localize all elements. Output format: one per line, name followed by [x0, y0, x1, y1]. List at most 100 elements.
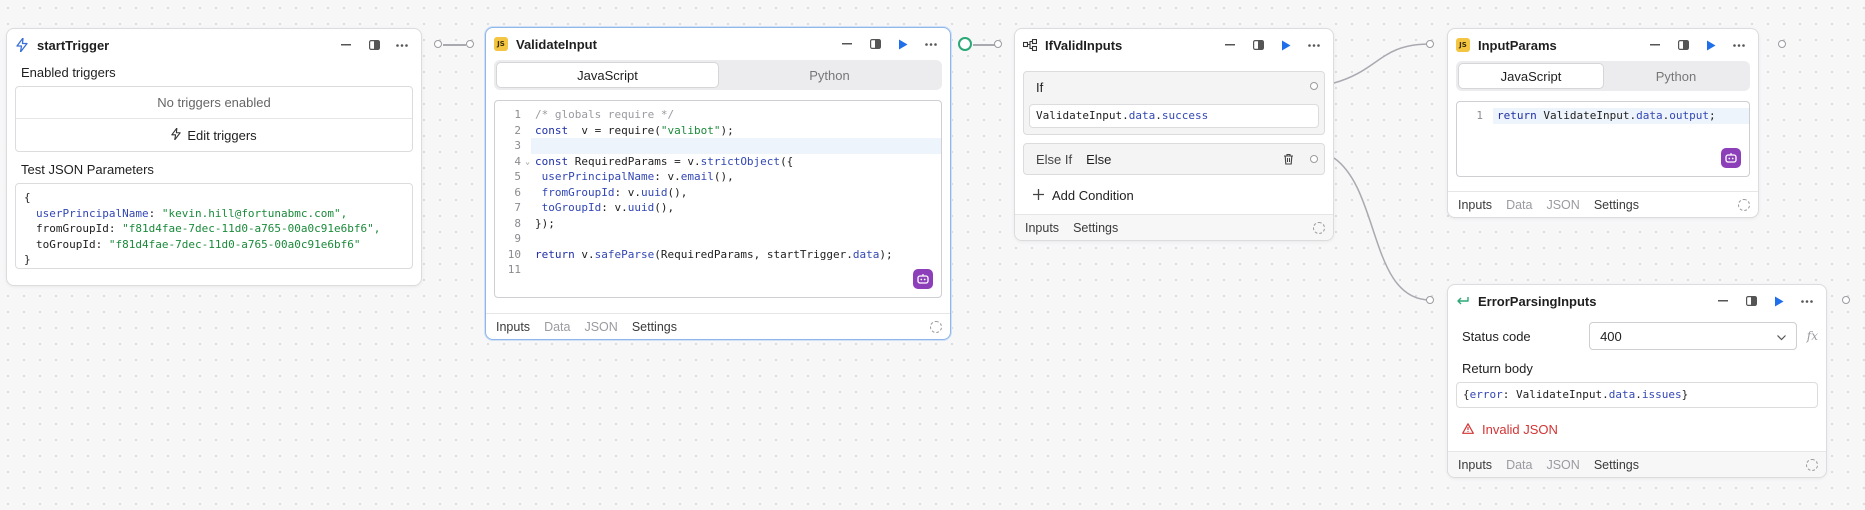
code-editor[interactable]: 1 2 3 4 ⌄ 5 6 7 8 9 10 11 /* globals requ… — [494, 100, 942, 298]
warning-icon — [1462, 422, 1474, 437]
code-line: /* globals require */ — [535, 108, 675, 121]
expr-dot: . — [1155, 109, 1162, 123]
minimize-icon[interactable] — [1644, 34, 1666, 56]
handle-validate-out[interactable] — [958, 37, 972, 51]
node-if-valid-inputs[interactable]: IfValidInputs If ValidateInput. data. succ… — [1014, 28, 1334, 241]
node-title: startTrigger — [37, 37, 110, 53]
node-header[interactable]: JS InputParams — [1448, 29, 1758, 61]
panel-icon[interactable] — [1740, 290, 1762, 312]
line-number: 3 — [514, 139, 521, 152]
else-label: Else — [1086, 151, 1112, 167]
code-editor[interactable]: 1 return ValidateInput.data.output; — [1456, 101, 1750, 177]
json-key: fromGroupId — [36, 222, 109, 235]
line-gutter: 1 — [1457, 102, 1493, 176]
expr-dot: . — [1122, 109, 1129, 123]
minimize-icon[interactable] — [836, 33, 858, 55]
tab-python[interactable]: Python — [1604, 63, 1748, 89]
node-footer: Inputs Settings — [1015, 214, 1333, 240]
node-header[interactable]: ErrorParsingInputs — [1448, 285, 1826, 317]
run-icon[interactable] — [1275, 34, 1297, 56]
footer-tab-data[interactable]: Data — [1506, 198, 1532, 212]
node-header[interactable]: JS ValidateInput — [486, 28, 950, 60]
line-number: 2 — [514, 123, 521, 137]
edge-trigger-to-validate — [443, 44, 466, 46]
language-tabs: JavaScript Python — [494, 60, 942, 90]
panel-icon[interactable] — [864, 33, 886, 55]
invalid-json-text: Invalid JSON — [1482, 422, 1558, 437]
expr-prop: success — [1161, 109, 1209, 123]
line-number: 8 — [514, 216, 521, 230]
more-icon[interactable] — [1728, 34, 1750, 56]
run-icon[interactable] — [892, 33, 914, 55]
code-line: return ValidateInput.data.output; — [1493, 108, 1749, 124]
minimize-icon[interactable] — [1712, 290, 1734, 312]
footer-tab-data[interactable]: Data — [544, 320, 570, 334]
footer-tab-json[interactable]: JSON — [584, 320, 617, 334]
footer-tab-settings[interactable]: Settings — [1073, 221, 1118, 235]
fx-icon[interactable]: fx — [1807, 329, 1818, 343]
tab-python[interactable]: Python — [719, 62, 940, 88]
handle-validate-in[interactable] — [466, 40, 474, 48]
run-icon[interactable] — [1700, 34, 1722, 56]
footer-tab-settings[interactable]: Settings — [1594, 198, 1639, 212]
node-start-trigger[interactable]: startTrigger Enabled triggers No trigger… — [6, 28, 422, 286]
node-title: InputParams — [1478, 37, 1557, 53]
footer-tab-data[interactable]: Data — [1506, 458, 1532, 472]
node-header[interactable]: IfValidInputs — [1015, 29, 1333, 61]
json-value: "f81d4fae-7dec-11d0-a765-00a0c91e6bf6", — [122, 222, 381, 235]
expr-prop: data — [1128, 109, 1156, 123]
ai-assistant-button[interactable] — [1721, 148, 1741, 168]
panel-icon[interactable] — [1672, 34, 1694, 56]
edit-triggers-button[interactable]: Edit triggers — [16, 119, 412, 152]
tab-javascript[interactable]: JavaScript — [496, 62, 719, 88]
footer-tab-settings[interactable]: Settings — [632, 320, 677, 334]
expr-ref: ValidateInput — [1036, 109, 1123, 123]
if-label: If — [1036, 80, 1044, 95]
handle-errorparsing-out[interactable] — [1842, 296, 1850, 304]
ai-assistant-button[interactable] — [913, 269, 933, 289]
line-number: 7 — [514, 201, 521, 214]
handle-if-in[interactable] — [994, 40, 1002, 48]
line-number: 1 — [514, 108, 521, 121]
json-line: toGroupId: "f81d4fae-7dec-11d0-a765-00a0… — [36, 237, 361, 251]
minimize-icon[interactable] — [1219, 34, 1241, 56]
footer-tab-inputs[interactable]: Inputs — [1025, 221, 1059, 235]
footer-tab-settings[interactable]: Settings — [1594, 458, 1639, 472]
handle-errorparsing-in[interactable] — [1426, 296, 1434, 304]
node-error-parsing-inputs[interactable]: ErrorParsingInputs Status code 400 fx Re… — [1447, 284, 1827, 478]
test-json-editor[interactable]: { userPrincipalName: "kevin.hill@fortuna… — [15, 183, 413, 269]
node-validate-input[interactable]: JS ValidateInput JavaScript Python 1 2 3… — [485, 27, 951, 340]
node-input-params[interactable]: JS InputParams JavaScript Python 1 retur… — [1447, 28, 1759, 218]
status-code-select[interactable]: 400 — [1589, 322, 1797, 350]
panel-icon[interactable] — [1247, 34, 1269, 56]
fold-chevron-icon[interactable]: ⌄ — [525, 154, 530, 170]
footer-tab-json[interactable]: JSON — [1546, 458, 1579, 472]
more-icon[interactable] — [1796, 290, 1818, 312]
return-body-input[interactable]: { error: ValidateInput. data. issues } — [1456, 382, 1818, 408]
run-icon[interactable] — [1768, 290, 1790, 312]
code-line: const v = require("valibot"); — [535, 123, 734, 137]
add-condition-button[interactable]: Add Condition — [1033, 185, 1315, 205]
more-icon[interactable] — [391, 34, 413, 56]
if-condition-input[interactable]: ValidateInput. data. success — [1029, 104, 1319, 128]
handle-else-out[interactable] — [1310, 155, 1318, 163]
footer-tab-inputs[interactable]: Inputs — [496, 320, 530, 334]
handle-if-out[interactable] — [1310, 82, 1318, 90]
json-line: fromGroupId: "f81d4fae-7dec-11d0-a765-00… — [36, 222, 381, 235]
plus-icon — [1033, 188, 1044, 203]
more-icon[interactable] — [1303, 34, 1325, 56]
minimize-icon[interactable] — [335, 34, 357, 56]
tab-javascript[interactable]: JavaScript — [1458, 63, 1604, 89]
more-icon[interactable] — [920, 33, 942, 55]
footer-tab-json[interactable]: JSON — [1546, 198, 1579, 212]
trash-icon[interactable] — [1283, 153, 1294, 168]
footer-tab-inputs[interactable]: Inputs — [1458, 458, 1492, 472]
add-condition-label: Add Condition — [1052, 187, 1134, 203]
handle-inputparams-out[interactable] — [1778, 40, 1786, 48]
triggers-box: No triggers enabled Edit triggers — [15, 86, 413, 152]
panel-icon[interactable] — [363, 34, 385, 56]
handle-inputparams-in[interactable] — [1426, 40, 1434, 48]
node-header[interactable]: startTrigger — [7, 29, 421, 61]
footer-tab-inputs[interactable]: Inputs — [1458, 198, 1492, 212]
handle-trigger-out[interactable] — [434, 40, 442, 48]
